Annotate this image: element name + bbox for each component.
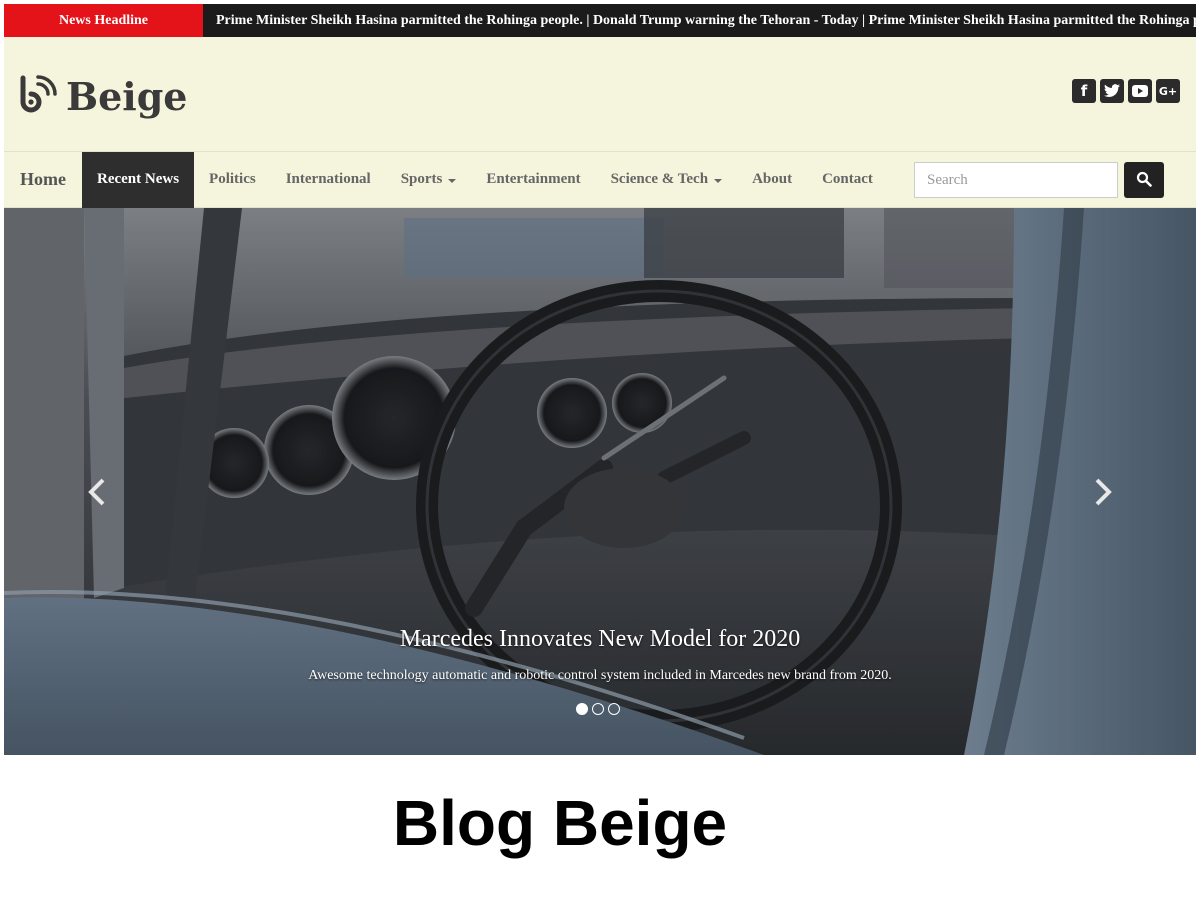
search-form xyxy=(914,162,1164,198)
nav-item-international[interactable]: International xyxy=(271,152,386,208)
social-links: f G+ xyxy=(1072,79,1180,103)
hero-carousel: Marcedes Innovates New Model for 2020 Aw… xyxy=(4,208,1196,755)
nav-item-entertainment[interactable]: Entertainment xyxy=(471,152,595,208)
twitter-icon[interactable] xyxy=(1100,79,1124,103)
chevron-down-icon xyxy=(448,178,457,183)
carousel-indicators xyxy=(576,703,620,715)
nav-item-sports[interactable]: Sports xyxy=(386,152,472,208)
search-button[interactable] xyxy=(1124,162,1164,198)
nav-item-politics[interactable]: Politics xyxy=(194,152,271,208)
chevron-down-icon xyxy=(714,178,723,183)
nav-item-science-tech[interactable]: Science & Tech xyxy=(596,152,738,208)
main-navigation: Home Recent News Politics International … xyxy=(4,151,1196,208)
chevron-left-icon xyxy=(87,477,107,512)
ticker-label: News Headline xyxy=(4,4,203,37)
slide-title: Marcedes Innovates New Model for 2020 xyxy=(399,626,801,652)
search-icon xyxy=(1136,171,1152,190)
site-header: Beige f G+ xyxy=(4,37,1196,152)
nav-item-sports-label: Sports xyxy=(400,171,443,187)
carousel-prev-button[interactable] xyxy=(82,474,112,514)
nav-item-about[interactable]: About xyxy=(737,152,807,208)
carousel-next-button[interactable] xyxy=(1088,474,1118,514)
search-input[interactable] xyxy=(914,162,1118,198)
rss-logo-icon xyxy=(18,74,58,119)
slide-description: Awesome technology automatic and robotic… xyxy=(308,668,892,683)
chevron-right-icon xyxy=(1093,477,1113,512)
news-ticker: News Headline Prime Minister Sheikh Hasi… xyxy=(4,4,1196,37)
carousel-indicator-2[interactable] xyxy=(592,703,604,715)
blog-title: Blog Beige xyxy=(392,787,728,859)
carousel-indicator-1[interactable] xyxy=(576,703,588,715)
google-plus-icon[interactable]: G+ xyxy=(1156,79,1180,103)
nav-item-home[interactable]: Home xyxy=(4,152,82,208)
nav-item-recent-news[interactable]: Recent News xyxy=(81,151,195,208)
facebook-icon[interactable]: f xyxy=(1072,79,1096,103)
nav-item-contact[interactable]: Contact xyxy=(807,152,888,208)
brand-name: Beige xyxy=(66,73,188,119)
carousel-indicator-3[interactable] xyxy=(608,703,620,715)
youtube-icon[interactable] xyxy=(1128,79,1152,103)
brand-logo[interactable]: Beige xyxy=(18,74,187,119)
ticker-text[interactable]: Prime Minister Sheikh Hasina parmitted t… xyxy=(203,4,1196,37)
page-frame: News Headline Prime Minister Sheikh Hasi… xyxy=(4,4,1196,755)
nav-item-science-tech-label: Science & Tech xyxy=(610,171,709,187)
